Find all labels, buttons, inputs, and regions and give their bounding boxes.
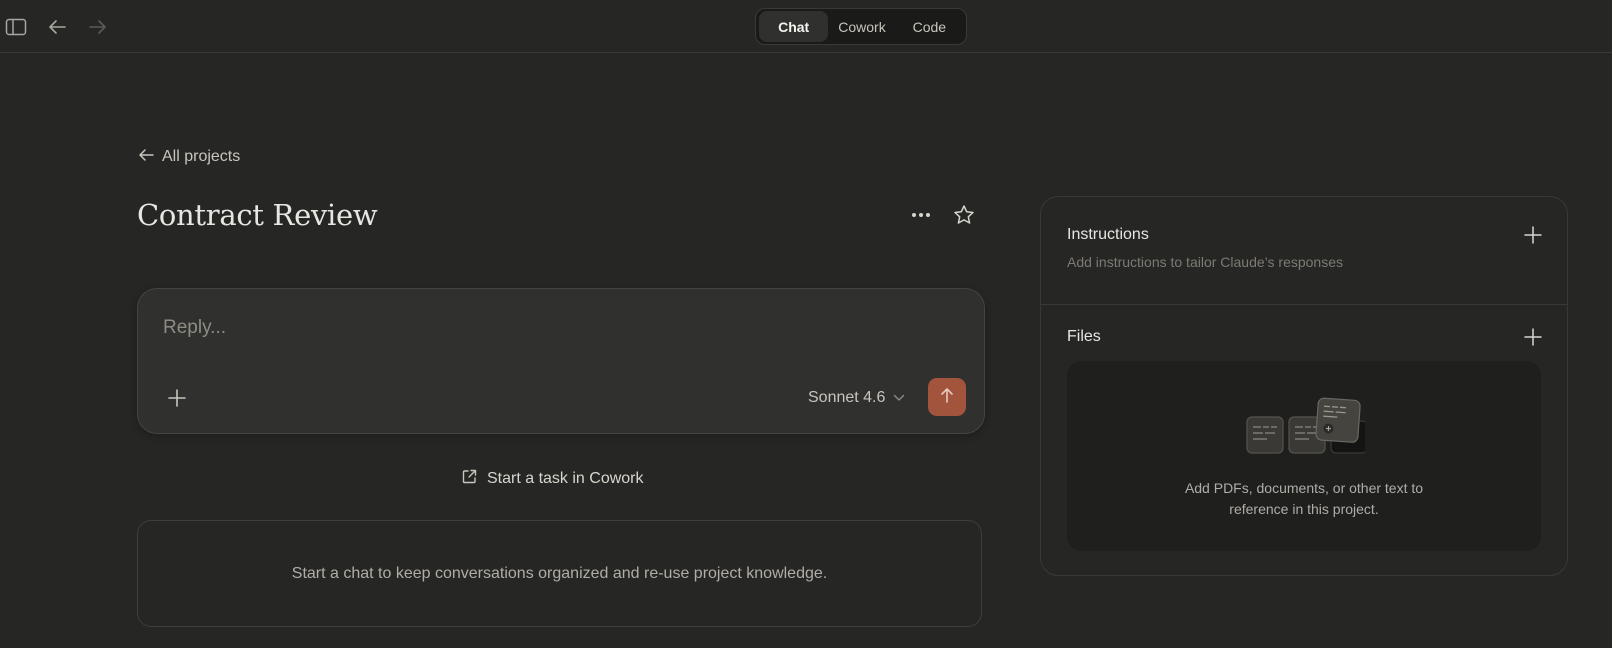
start-cowork-task-link[interactable]: Start a task in Cowork (462, 467, 644, 491)
cowork-link-label: Start a task in Cowork (487, 470, 644, 487)
tab-chat[interactable]: Chat (759, 11, 829, 42)
reply-composer: Reply... Sonnet 4.6 (137, 288, 985, 434)
files-empty-line-2: reference in this project. (1229, 501, 1379, 517)
back-arrow-icon[interactable] (44, 14, 70, 40)
tab-code[interactable]: Code (896, 11, 963, 42)
more-options-icon[interactable] (908, 202, 934, 228)
reply-input[interactable]: Reply... (163, 317, 226, 339)
sidebar-toggle-icon[interactable] (3, 14, 29, 40)
star-icon[interactable] (951, 202, 977, 228)
panel-divider (1041, 304, 1567, 305)
files-title: Files (1067, 328, 1101, 345)
arrow-left-icon (138, 148, 154, 167)
tab-cowork[interactable]: Cowork (828, 11, 895, 42)
chevron-down-icon (893, 389, 905, 407)
model-name: Sonnet 4.6 (808, 389, 886, 406)
add-attachment-icon[interactable] (164, 385, 190, 411)
files-empty-text: Add PDFs, documents, or other text to re… (1067, 478, 1541, 520)
chat-empty-state: Start a chat to keep conversations organ… (137, 520, 982, 627)
project-side-panel: Instructions Add instructions to tailor … (1040, 196, 1568, 576)
files-empty-line-1: Add PDFs, documents, or other text to (1184, 480, 1424, 496)
page-title: Contract Review (137, 198, 378, 232)
mode-switcher: Chat Cowork Code (755, 8, 967, 45)
all-projects-link[interactable]: All projects (138, 145, 240, 169)
top-bar: Chat Cowork Code (0, 0, 1612, 53)
arrow-up-icon (940, 386, 954, 409)
files-drop-zone[interactable]: Add PDFs, documents, or other text to re… (1067, 361, 1541, 551)
model-selector[interactable]: Sonnet 4.6 (808, 385, 905, 411)
instructions-subtitle: Add instructions to tailor Claude’s resp… (1067, 254, 1344, 270)
send-button[interactable] (928, 378, 966, 416)
add-files-icon[interactable] (1521, 325, 1545, 349)
all-projects-label: All projects (162, 148, 241, 165)
add-instructions-icon[interactable] (1521, 223, 1545, 247)
documents-icon (1245, 397, 1368, 464)
instructions-title: Instructions (1067, 226, 1149, 243)
empty-state-text: Start a chat to keep conversations organ… (291, 564, 828, 582)
forward-arrow-icon[interactable] (85, 14, 111, 40)
external-link-icon (462, 469, 477, 489)
